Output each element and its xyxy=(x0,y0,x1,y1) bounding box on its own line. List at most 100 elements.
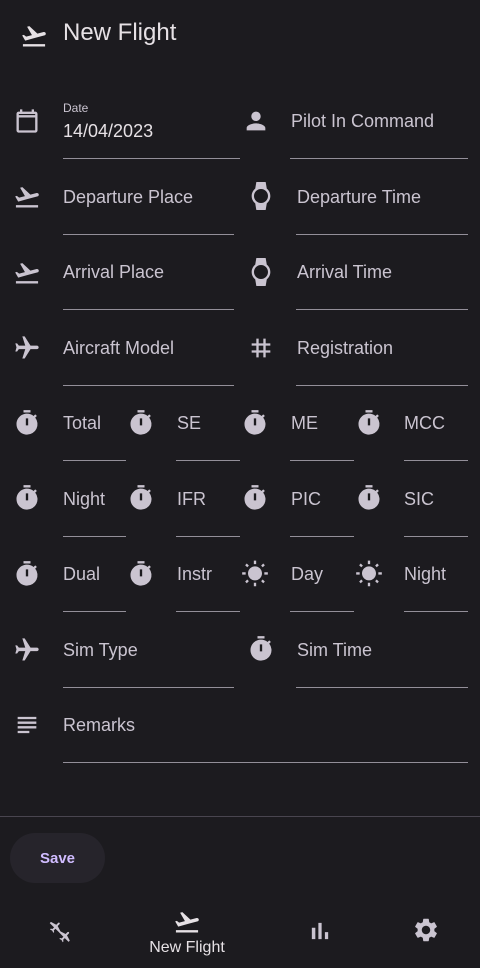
app-bar: New Flight xyxy=(0,0,480,70)
pic-field[interactable]: PIC xyxy=(240,472,360,537)
calendar-icon xyxy=(16,109,38,133)
arrival-place-field[interactable]: Arrival Place xyxy=(0,246,240,311)
timer-icon xyxy=(358,485,380,510)
timer-icon xyxy=(244,485,266,510)
flight-land-icon xyxy=(15,263,39,284)
aircraft-model-label: Aircraft Model xyxy=(63,338,175,358)
total-field[interactable]: Total xyxy=(0,397,126,462)
bottom-divider xyxy=(0,816,480,817)
sim-type-label: Sim Type xyxy=(63,640,138,660)
pilot-in-command-label: Pilot In Command xyxy=(291,111,435,131)
total-underline xyxy=(63,460,126,461)
timer-icon xyxy=(16,485,38,510)
mcc-underline xyxy=(404,460,468,461)
flight-takeoff-icon xyxy=(22,26,46,47)
flight-log-icon xyxy=(49,921,70,943)
se-field[interactable]: SE xyxy=(120,397,240,462)
arrival-time-field[interactable]: Arrival Time xyxy=(240,246,480,311)
timer-icon xyxy=(130,485,152,510)
sic-label: SIC xyxy=(404,489,435,509)
sun-icon xyxy=(242,560,268,587)
airplane-icon xyxy=(15,336,39,359)
timer-icon xyxy=(130,561,152,586)
sic-underline xyxy=(404,536,468,537)
remarks-underline xyxy=(63,762,468,763)
total-label: Total xyxy=(63,413,102,433)
bar-chart-icon xyxy=(311,922,329,940)
gear-icon xyxy=(415,918,437,942)
notes-icon xyxy=(17,716,37,734)
me-label: ME xyxy=(291,413,318,433)
date-field[interactable]: Date 14/04/2023 xyxy=(0,95,240,160)
nav-item-statistics[interactable] xyxy=(260,895,380,968)
departure-time-field[interactable]: Departure Time xyxy=(240,170,480,235)
day-landings-underline xyxy=(290,611,354,612)
day-landings-label: Day xyxy=(291,564,324,584)
page-title: New Flight xyxy=(63,19,177,46)
timer-icon xyxy=(130,410,152,435)
se-underline xyxy=(176,460,240,461)
departure-place-field[interactable]: Departure Place xyxy=(0,170,240,235)
pic-label: PIC xyxy=(291,489,322,509)
arrival-place-label: Arrival Place xyxy=(63,262,165,282)
dual-label: Dual xyxy=(63,564,101,584)
hashtag-icon xyxy=(251,338,271,358)
instr-label: Instr xyxy=(177,564,213,584)
se-label: SE xyxy=(177,413,202,433)
departure-time-label: Departure Time xyxy=(297,187,422,207)
instr-underline xyxy=(176,611,240,612)
instr-field[interactable]: Instr xyxy=(120,548,240,613)
date-value: 14/04/2023 xyxy=(63,121,154,141)
watch-icon xyxy=(251,182,271,210)
timer-icon xyxy=(244,410,266,435)
registration-underline xyxy=(296,385,468,386)
nav-item-new-flight-label: New Flight xyxy=(149,939,225,956)
departure-place-underline xyxy=(63,234,234,235)
arrival-time-underline xyxy=(296,309,468,310)
person-icon xyxy=(246,111,266,131)
airplane-icon xyxy=(15,638,39,661)
save-button[interactable]: Save xyxy=(10,833,105,883)
sic-field[interactable]: SIC xyxy=(354,472,474,537)
pilot-in-command-underline xyxy=(290,158,468,159)
arrival-place-underline xyxy=(63,309,234,310)
ifr-label: IFR xyxy=(177,489,206,509)
night-time-field[interactable]: Night xyxy=(0,472,126,537)
departure-place-label: Departure Place xyxy=(63,187,194,207)
remarks-field[interactable]: Remarks xyxy=(0,699,480,764)
aircraft-model-field[interactable]: Aircraft Model xyxy=(0,321,240,386)
registration-label: Registration xyxy=(297,338,394,358)
flight-takeoff-icon xyxy=(175,912,199,933)
sim-type-field[interactable]: Sim Type xyxy=(0,623,240,688)
pilot-in-command-field[interactable]: Pilot In Command xyxy=(240,95,480,160)
watch-icon xyxy=(251,258,271,286)
sim-time-field[interactable]: Sim Time xyxy=(240,623,480,688)
timer-icon xyxy=(358,410,380,435)
dual-field[interactable]: Dual xyxy=(0,548,126,613)
sun-icon xyxy=(356,560,382,587)
date-label: Date xyxy=(63,101,89,115)
registration-field[interactable]: Registration xyxy=(240,321,480,386)
night-time-underline xyxy=(63,536,126,537)
timer-icon xyxy=(16,410,38,435)
night-time-label: Night xyxy=(63,489,106,509)
nav-item-settings[interactable] xyxy=(366,895,480,968)
night-landings-label: Night xyxy=(404,564,447,584)
night-landings-underline xyxy=(404,611,468,612)
arrival-time-label: Arrival Time xyxy=(297,262,393,282)
me-underline xyxy=(290,460,354,461)
bottom-navigation: New Flight xyxy=(0,895,480,968)
nav-item-logbook[interactable] xyxy=(0,895,120,968)
day-landings-field[interactable]: Day xyxy=(240,548,360,613)
date-underline xyxy=(63,158,240,159)
sim-type-underline xyxy=(63,687,234,688)
ifr-field[interactable]: IFR xyxy=(120,472,240,537)
departure-time-underline xyxy=(296,234,468,235)
mcc-label: MCC xyxy=(404,413,445,433)
mcc-field[interactable]: MCC xyxy=(354,397,474,462)
timer-icon xyxy=(16,561,38,586)
me-field[interactable]: ME xyxy=(240,397,360,462)
nav-item-new-flight[interactable]: New Flight xyxy=(127,895,247,968)
night-landings-field[interactable]: Night xyxy=(354,548,474,613)
sim-time-label: Sim Time xyxy=(297,640,373,660)
